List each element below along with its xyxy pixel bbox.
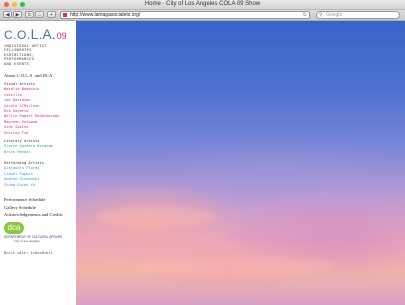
browser-toolbar: ◀ ▶ ↻ ⌂ + http://www.lamagasocialets.org… (0, 10, 405, 21)
logo-number: 09 (56, 31, 67, 41)
reload-button[interactable]: ↻ (25, 11, 34, 18)
artist-link[interactable]: Andrew Stukowski (4, 177, 44, 182)
back-button[interactable]: ◀ (3, 11, 12, 18)
search-field[interactable]: ⚲ Google (316, 11, 400, 19)
address-bar-url: http://www.lamagasocialets.org/ (70, 12, 141, 18)
cola-logo[interactable]: C.O.L.A.09 (4, 26, 67, 44)
search-placeholder: Google (326, 12, 343, 18)
add-bookmark-button[interactable]: + (47, 11, 56, 18)
window-title: Home · City of Los Angeles COLA 09 Show (144, 1, 261, 7)
artist-link[interactable]: Chung-Chiek Yu (4, 183, 44, 188)
artist-link[interactable]: Brice Hendel (4, 150, 53, 155)
about-link[interactable]: About C.O.L.A. and DCA (4, 73, 52, 78)
tagline-line: AND EVENTS (4, 61, 30, 66)
cloud (136, 256, 336, 276)
cloud (226, 226, 376, 244)
dca-mark: dca (4, 222, 24, 234)
cloud (276, 191, 386, 205)
address-bar[interactable]: http://www.lamagasocialets.org/ ↻ (60, 11, 310, 19)
window-titlebar: Home · City of Los Angeles COLA 09 Show (0, 0, 405, 10)
built-with-credit[interactable]: Built with: IndexHibit (4, 251, 53, 255)
cloud (96, 206, 216, 228)
refresh-icon[interactable]: ↻ (303, 12, 307, 18)
gallery-schedule-link[interactable]: Gallery Schedule (4, 205, 36, 210)
acknowledgements-link[interactable]: Acknowledgements and Credits (4, 212, 63, 217)
dca-city: City of Los Angeles (14, 239, 40, 243)
dca-logo[interactable]: dca DEPARTMENT OF CULTURAL AFFAIRS City … (4, 222, 62, 243)
performance-schedule-link[interactable]: Performance Schedule (4, 197, 45, 202)
logo-co: C.O. (4, 28, 31, 42)
visual-artists-list: Visual Artists Natalie Bookchin Castillo… (4, 82, 60, 136)
sidebar: C.O.L.A.09 INDIVIDUAL ARTIST FELLOWSHIPS… (0, 21, 76, 305)
literary-artists-list: Literary Artists Glorie Gaudara Bingnam … (4, 139, 53, 155)
home-button[interactable]: ⌂ (35, 11, 44, 18)
artist-link[interactable]: Shirley Tse (4, 131, 60, 136)
sky-photograph (76, 21, 405, 305)
search-icon: ⚲ (319, 12, 323, 18)
tagline: INDIVIDUAL ARTIST FELLOWSHIPS EXHIBITION… (4, 44, 47, 66)
logo-la: L.A. (30, 26, 56, 42)
site-favicon-icon (63, 13, 67, 17)
performing-artists-list: Performing Artists Alejandra Flores Lion… (4, 161, 44, 188)
forward-button[interactable]: ▶ (13, 11, 22, 18)
